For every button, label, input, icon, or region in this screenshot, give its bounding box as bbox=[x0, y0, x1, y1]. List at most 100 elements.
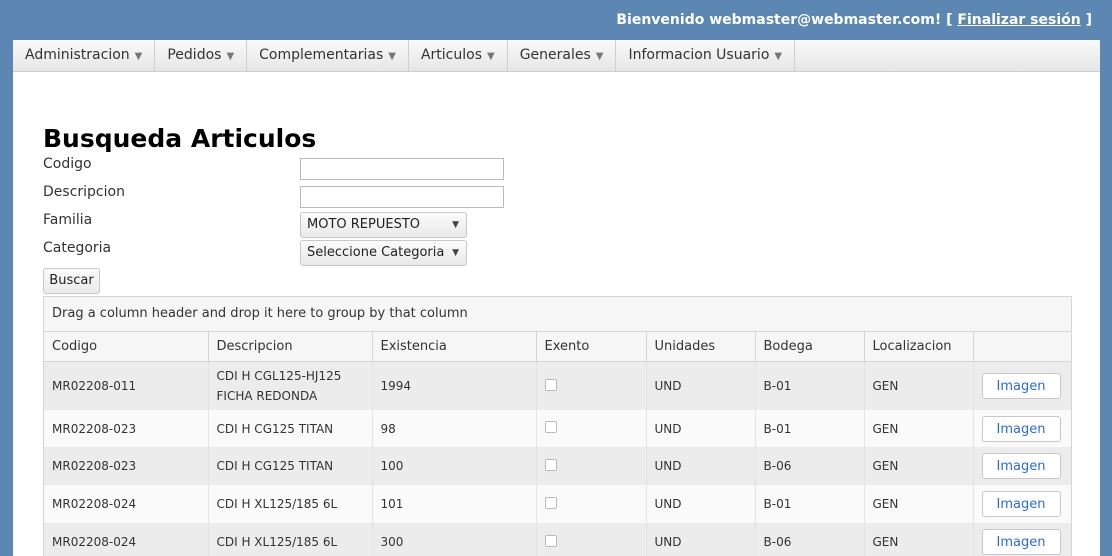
cell-bodega: B-01 bbox=[755, 485, 865, 523]
exento-checkbox[interactable] bbox=[544, 378, 557, 391]
buscar-button[interactable]: Buscar bbox=[43, 268, 100, 294]
cell-exento bbox=[536, 523, 647, 556]
cell-localizacion: GEN bbox=[864, 523, 974, 556]
cell-codigo: MR02208-023 bbox=[44, 410, 209, 447]
menu-articulos[interactable]: Articulos ▼ bbox=[409, 40, 508, 71]
familia-label: Familia bbox=[43, 212, 93, 228]
main-menu: Administracion ▼ Pedidos ▼ Complementarias… bbox=[13, 40, 1100, 72]
cell-existencia: 98 bbox=[372, 410, 537, 447]
articles-grid: Drag a column header and drop it here to… bbox=[43, 296, 1072, 556]
imagen-button[interactable]: Imagen bbox=[981, 415, 1061, 442]
cell-localizacion: GEN bbox=[864, 447, 974, 485]
exento-checkbox[interactable] bbox=[544, 421, 557, 433]
menu-label: Generales bbox=[519, 47, 591, 63]
cell-bodega: B-06 bbox=[755, 523, 865, 556]
bracket-open: [ bbox=[946, 12, 953, 28]
table-row[interactable]: MR02208-024 CDI H XL125/185 6L 101 UND B… bbox=[44, 485, 1071, 523]
cell-unidades: UND bbox=[646, 485, 756, 523]
cell-bodega: B-01 bbox=[755, 361, 865, 410]
cell-unidades: UND bbox=[646, 410, 756, 447]
bracket-close: ] bbox=[1085, 12, 1092, 28]
table-row[interactable]: MR02208-011 CDI H CGL125-HJ125 FICHA RED… bbox=[44, 361, 1071, 410]
cell-localizacion: GEN bbox=[864, 485, 974, 523]
menu-label: Articulos bbox=[420, 47, 482, 63]
cell-action: Imagen bbox=[973, 447, 1071, 485]
menu-generales[interactable]: Generales ▼ bbox=[508, 40, 617, 71]
page-title: Busqueda Articulos bbox=[43, 124, 317, 153]
familia-selected: MOTO REPUESTO bbox=[307, 217, 420, 232]
cell-action: Imagen bbox=[973, 523, 1071, 556]
cell-action: Imagen bbox=[973, 410, 1071, 447]
caret-down-icon: ▼ bbox=[774, 51, 783, 62]
cell-exento bbox=[536, 447, 647, 485]
cell-descripcion: CDI H XL125/185 6L bbox=[208, 485, 373, 523]
exento-checkbox[interactable] bbox=[544, 496, 557, 509]
col-exento[interactable]: Exento bbox=[536, 332, 647, 362]
familia-select[interactable]: MOTO REPUESTO ▼ bbox=[300, 212, 467, 238]
menu-informacion-usuario[interactable]: Informacion Usuario ▼ bbox=[616, 40, 796, 71]
descripcion-input[interactable] bbox=[300, 186, 504, 208]
col-existencia[interactable]: Existencia bbox=[372, 332, 537, 362]
col-descripcion[interactable]: Descripcion bbox=[208, 332, 373, 362]
login-display: Bienvenido webmaster@webmaster.com! [ Fi… bbox=[616, 12, 1092, 28]
table-row[interactable]: MR02208-023 CDI H CG125 TITAN 98 UND B-0… bbox=[44, 410, 1071, 447]
cell-localizacion: GEN bbox=[864, 410, 974, 447]
cell-unidades: UND bbox=[646, 447, 756, 485]
col-localizacion[interactable]: Localizacion bbox=[864, 332, 974, 362]
cell-descripcion: CDI H CG125 TITAN bbox=[208, 410, 373, 447]
menu-pedidos[interactable]: Pedidos ▼ bbox=[155, 40, 248, 71]
imagen-button[interactable]: Imagen bbox=[981, 373, 1061, 399]
cell-unidades: UND bbox=[646, 361, 756, 410]
main-content: Busqueda Articulos Codigo Descripcion Fa… bbox=[13, 72, 1100, 556]
cell-codigo: MR02208-024 bbox=[44, 485, 209, 523]
categoria-selected: Seleccione Categoria bbox=[307, 245, 445, 260]
cell-unidades: UND bbox=[646, 523, 756, 556]
cell-bodega: B-01 bbox=[755, 410, 865, 447]
cell-descripcion: CDI H CG125 TITAN bbox=[208, 447, 373, 485]
cell-existencia: 101 bbox=[372, 485, 537, 523]
caret-down-icon: ▼ bbox=[134, 51, 143, 62]
caret-down-icon: ▼ bbox=[388, 51, 396, 62]
greeting-text: Bienvenido bbox=[616, 12, 705, 28]
cell-exento bbox=[536, 485, 647, 523]
header-row: Codigo Descripcion Existencia Exento Uni… bbox=[44, 332, 1071, 362]
categoria-select[interactable]: Seleccione Categoria ▼ bbox=[300, 240, 467, 266]
menu-label: Pedidos bbox=[167, 47, 222, 63]
imagen-button[interactable]: Imagen bbox=[981, 491, 1061, 517]
menu-complementarias[interactable]: Complementarias ▼ bbox=[247, 40, 409, 71]
cell-existencia: 100 bbox=[372, 447, 537, 485]
cell-codigo: MR02208-023 bbox=[44, 447, 209, 485]
col-actions bbox=[973, 332, 1071, 362]
cell-localizacion: GEN bbox=[864, 361, 974, 410]
exento-checkbox[interactable] bbox=[544, 458, 557, 471]
menu-label: Administracion bbox=[25, 47, 130, 63]
col-codigo[interactable]: Codigo bbox=[44, 332, 209, 362]
descripcion-label: Descripcion bbox=[43, 184, 125, 200]
dropdown-arrow-icon: ▼ bbox=[452, 220, 459, 230]
menu-label: Informacion Usuario bbox=[628, 47, 770, 63]
cell-exento bbox=[536, 410, 647, 447]
cell-codigo: MR02208-024 bbox=[44, 523, 209, 556]
categoria-label: Categoria bbox=[43, 240, 112, 256]
username: webmaster@webmaster.com! bbox=[709, 12, 942, 28]
col-unidades[interactable]: Unidades bbox=[646, 332, 756, 362]
cell-codigo: MR02208-011 bbox=[44, 361, 209, 410]
cell-action: Imagen bbox=[973, 361, 1071, 410]
logout-link[interactable]: Finalizar sesión bbox=[957, 12, 1080, 28]
table-row[interactable]: MR02208-023 CDI H CG125 TITAN 100 UND B-… bbox=[44, 447, 1071, 485]
imagen-button[interactable]: Imagen bbox=[981, 453, 1061, 479]
codigo-input[interactable] bbox=[300, 158, 504, 180]
caret-down-icon: ▼ bbox=[226, 51, 235, 62]
menu-administracion[interactable]: Administracion ▼ bbox=[13, 40, 156, 71]
cell-existencia: 300 bbox=[372, 523, 537, 556]
imagen-button[interactable]: Imagen bbox=[981, 529, 1061, 555]
menu-label: Complementarias bbox=[259, 47, 384, 63]
col-bodega[interactable]: Bodega bbox=[755, 332, 865, 362]
group-by-panel[interactable]: Drag a column header and drop it here to… bbox=[44, 297, 1071, 332]
caret-down-icon: ▼ bbox=[486, 51, 495, 62]
articles-table: Codigo Descripcion Existencia Exento Uni… bbox=[44, 332, 1071, 556]
top-header: Bienvenido webmaster@webmaster.com! [ Fi… bbox=[0, 0, 1112, 40]
table-row[interactable]: MR02208-024 CDI H XL125/185 6L 300 UND B… bbox=[44, 523, 1071, 556]
dropdown-arrow-icon: ▼ bbox=[452, 248, 459, 258]
exento-checkbox[interactable] bbox=[544, 534, 557, 547]
